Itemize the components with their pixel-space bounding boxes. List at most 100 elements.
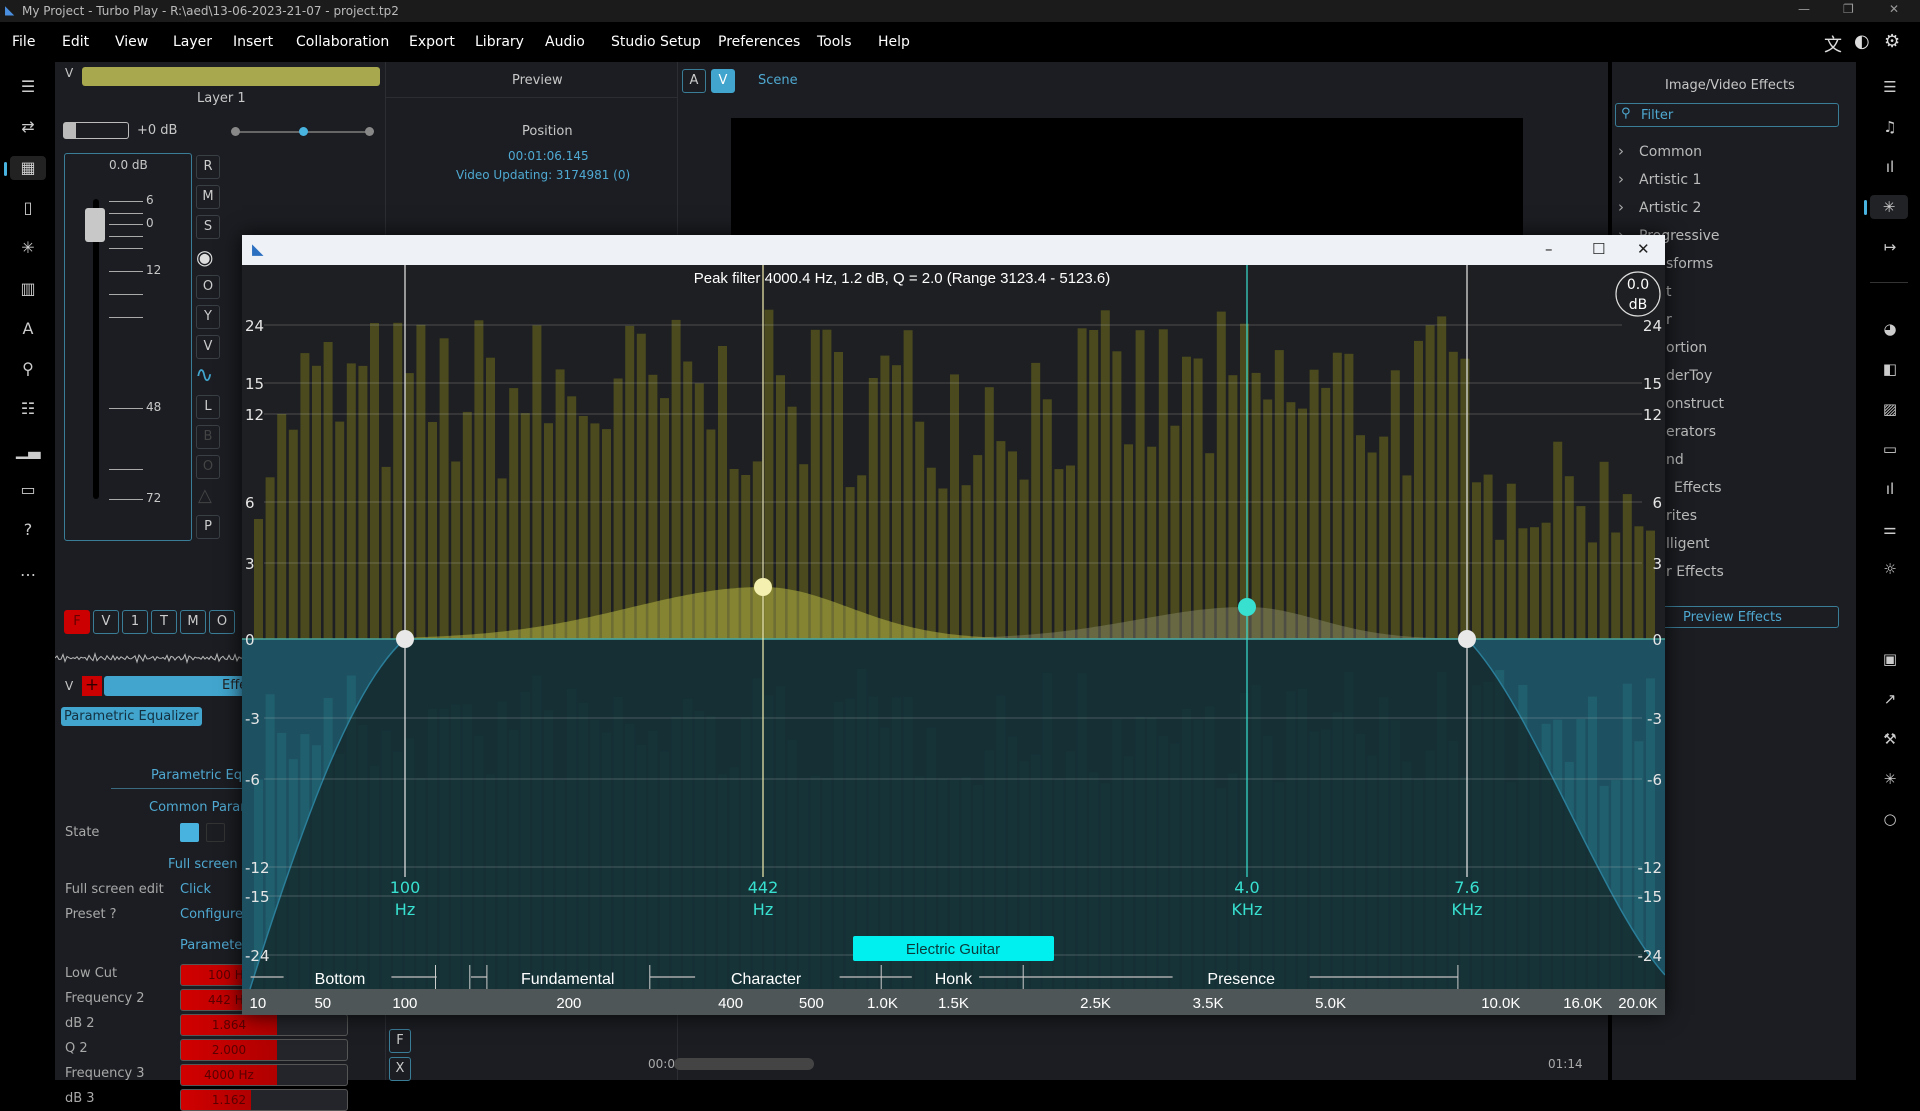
menu-preferences[interactable]: Preferences xyxy=(718,34,800,50)
triangle-icon[interactable]: △ xyxy=(198,485,212,506)
layer-button-v[interactable]: V xyxy=(93,610,119,634)
side-button-o[interactable]: O xyxy=(196,275,220,299)
eq-maximize-button[interactable]: ☐ xyxy=(1592,240,1605,258)
restore-button[interactable]: ❐ xyxy=(1843,2,1854,16)
timeline-x-button[interactable]: X xyxy=(389,1057,411,1081)
side-button-b[interactable]: B xyxy=(196,425,220,449)
more-icon[interactable]: … xyxy=(16,559,40,583)
menu-layer[interactable]: Layer xyxy=(173,34,212,50)
layer-button-t[interactable]: T xyxy=(151,610,177,634)
arrow-to-icon[interactable]: ↦ xyxy=(1878,235,1902,259)
menu-audio[interactable]: Audio xyxy=(545,34,585,50)
menu-file[interactable]: File xyxy=(12,34,35,50)
menu-help[interactable]: Help xyxy=(878,34,910,50)
eq-node-handle[interactable] xyxy=(396,630,414,648)
menu-export[interactable]: Export xyxy=(409,34,455,50)
fullscreen-click-link[interactable]: Click xyxy=(180,882,211,897)
visibility-eye-icon[interactable]: ◉ xyxy=(196,245,213,269)
close-button[interactable]: ✕ xyxy=(1889,2,1899,16)
image-icon[interactable]: ▨ xyxy=(1878,397,1902,421)
menu-collaboration[interactable]: Collaboration xyxy=(296,34,389,50)
asterisk-icon[interactable]: ✳ xyxy=(1864,195,1908,219)
side-button-l[interactable]: L xyxy=(196,395,220,419)
effect-category[interactable]: derToy xyxy=(1666,368,1712,384)
transfer-icon[interactable]: ⇄ xyxy=(16,115,40,139)
side-button-m[interactable]: M xyxy=(196,185,220,209)
param-slider[interactable]: 2.000 xyxy=(180,1039,348,1061)
effect-category[interactable]: Artistic 2 xyxy=(1639,200,1701,216)
fader-handle[interactable] xyxy=(85,208,105,242)
brightness-icon[interactable]: ☼ xyxy=(1878,557,1902,581)
library-icon[interactable]: ▥ xyxy=(16,277,40,301)
eq-node-handle[interactable] xyxy=(1238,598,1256,616)
preview-effects-button[interactable]: Preview Effects xyxy=(1652,606,1839,628)
effect-category[interactable]: ortion xyxy=(1666,340,1707,356)
layer-button-o[interactable]: O xyxy=(209,610,235,634)
minimize-button[interactable]: — xyxy=(1798,2,1810,16)
collapse-toggle[interactable]: V xyxy=(65,66,73,80)
bars-icon[interactable]: ıl xyxy=(1878,477,1902,501)
scene-tab[interactable]: Scene xyxy=(758,73,798,88)
effect-category[interactable]: erators xyxy=(1666,424,1716,440)
param-slider[interactable]: 1.864 xyxy=(180,1014,348,1036)
effect-category[interactable]: t xyxy=(1666,284,1672,300)
menu-library[interactable]: Library xyxy=(475,34,524,50)
side-button-s[interactable]: S xyxy=(196,215,220,239)
asterisk-icon[interactable]: ✳ xyxy=(1878,767,1902,791)
text-icon[interactable]: A xyxy=(16,317,40,341)
eq-node-handle[interactable] xyxy=(754,578,772,596)
side-button-r[interactable]: R xyxy=(196,155,220,179)
param-slider[interactable]: 1.162 xyxy=(180,1089,348,1111)
translate-icon[interactable]: 文 xyxy=(1824,31,1842,57)
eq-minimize-button[interactable]: – xyxy=(1545,240,1553,258)
effect-category[interactable]: rites xyxy=(1666,508,1697,524)
video-toggle[interactable]: V xyxy=(711,69,735,93)
tools-icon[interactable]: ⚒ xyxy=(1878,727,1902,751)
effect-category[interactable]: sforms xyxy=(1666,256,1713,272)
effect-category[interactable]: r Effects xyxy=(1666,564,1724,580)
circle-icon[interactable]: ○ xyxy=(1878,807,1902,831)
layer-button-f[interactable]: F xyxy=(64,610,90,634)
side-button-o[interactable]: O xyxy=(196,455,220,479)
side-button-p[interactable]: P xyxy=(196,515,220,539)
effect-category[interactable]: Common xyxy=(1639,144,1702,160)
contrast-icon[interactable]: ◧ xyxy=(1878,357,1902,381)
layer-button-m[interactable]: M xyxy=(180,610,206,634)
eq-plot[interactable]: 24 24 15 15 12 12 6 6 3 3 0 0 -3 -3 -6 -6 -12 -12 -15 -15 -2… xyxy=(242,265,1665,1015)
gear-icon[interactable]: ⚙ xyxy=(1884,31,1900,52)
chart-icon[interactable]: ▁▃ xyxy=(16,438,41,462)
eq-close-button[interactable]: ✕ xyxy=(1637,240,1650,258)
effects-filter-input[interactable]: ⚲ Filter xyxy=(1615,103,1839,127)
menu-insert[interactable]: Insert xyxy=(233,34,273,50)
effect-category[interactable]: onstruct xyxy=(1666,396,1724,412)
palette-icon[interactable]: ◐ xyxy=(1854,31,1870,52)
menu-studio-setup[interactable]: Studio Setup xyxy=(611,34,701,50)
sliders-icon[interactable]: ⚌ xyxy=(1878,517,1902,541)
menu-view[interactable]: View xyxy=(115,34,148,50)
pan-slider[interactable] xyxy=(231,127,374,136)
chevron-right-icon[interactable]: › xyxy=(1618,198,1624,216)
palette-icon[interactable]: ◕ xyxy=(1878,317,1902,341)
param-slider[interactable]: 4000 Hz xyxy=(180,1064,348,1086)
layer-button-1[interactable]: 1 xyxy=(122,610,148,634)
help-icon[interactable]: ? xyxy=(16,518,40,542)
effect-category[interactable]: lligent xyxy=(1666,536,1710,552)
timeline-range-slider[interactable] xyxy=(674,1058,814,1070)
folder-icon[interactable]: ▭ xyxy=(16,478,40,502)
asterisk-icon[interactable]: ✳ xyxy=(16,236,40,260)
bars-icon[interactable]: ıl xyxy=(1878,155,1902,179)
menu-tools[interactable]: Tools xyxy=(817,34,852,50)
audio-toggle[interactable]: A xyxy=(682,69,706,93)
chevron-right-icon[interactable]: › xyxy=(1618,142,1624,160)
effect-chip-parametric-equalizer[interactable]: Parametric Equalizer xyxy=(61,707,202,726)
effect-category[interactable]: r xyxy=(1666,312,1672,328)
menu-icon[interactable]: ☰ xyxy=(16,75,40,99)
side-button-y[interactable]: Y xyxy=(196,305,220,329)
eq-node-handle[interactable] xyxy=(1458,630,1476,648)
state-checkbox-1[interactable] xyxy=(180,823,199,842)
grid-icon[interactable]: ▦ xyxy=(4,155,46,180)
fader-track[interactable] xyxy=(93,199,99,499)
effect-category[interactable]: nd xyxy=(1666,452,1684,468)
preset-configure-link[interactable]: Configure xyxy=(180,907,243,922)
volume-toggle[interactable] xyxy=(63,122,129,139)
